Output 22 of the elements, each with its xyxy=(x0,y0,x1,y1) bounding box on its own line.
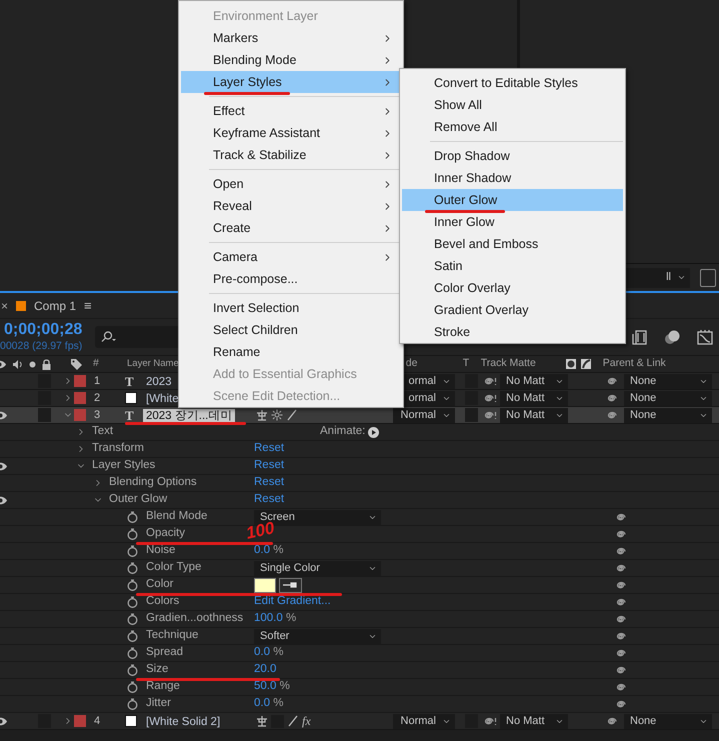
layer-number: 1 xyxy=(94,374,102,389)
property-name: Colors xyxy=(146,594,180,610)
text-layer-icon: T xyxy=(125,374,143,388)
property-name: Gradien...oothness xyxy=(146,611,244,626)
property-name: Range xyxy=(146,679,180,694)
layer-number: 2 xyxy=(94,390,102,406)
animate-label: Animate: xyxy=(320,424,366,440)
property-name: Blend Mode xyxy=(146,509,208,524)
property-name: Color Type xyxy=(146,560,202,576)
text-layer-icon: T xyxy=(125,408,143,422)
property-name: Opacity xyxy=(146,526,185,542)
property-name: Technique xyxy=(146,628,198,644)
property-name: Jitter xyxy=(146,696,171,712)
t-column-header: T xyxy=(462,356,470,372)
property-name: Size xyxy=(146,662,168,678)
property-name: Spread xyxy=(146,645,184,660)
layer-number: 4 xyxy=(94,714,102,729)
property-name: Noise xyxy=(146,543,176,558)
number-column-header: # xyxy=(93,356,100,372)
property-name: Color xyxy=(146,577,174,592)
layer-number: 3 xyxy=(94,408,102,423)
frame-info: 00028 (29.97 fps) xyxy=(0,341,84,352)
